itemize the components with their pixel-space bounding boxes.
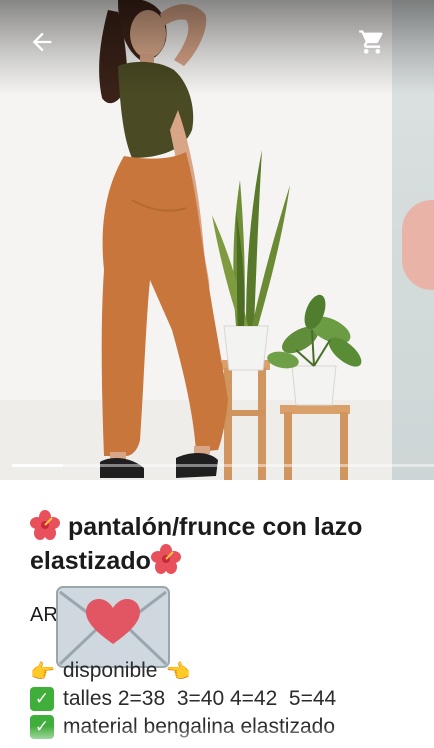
gallery-progress-indicator (12, 464, 63, 467)
product-info: pantalón/frunce con lazo elastizado (30, 510, 420, 578)
check-box-icon: ✓ (30, 687, 54, 711)
availability-text: disponible (62, 659, 158, 682)
arrow-back-icon (32, 32, 52, 52)
availability-line: 👉 disponible 👈 (30, 657, 430, 685)
back-button[interactable] (22, 22, 62, 62)
gallery-progress-track (12, 464, 434, 467)
price-row: AR (30, 600, 58, 630)
envelope-heart-icon (56, 586, 170, 668)
pointing-right-icon: 👉 (30, 659, 55, 683)
bottom-fade (0, 726, 434, 748)
product-title-text: pantalón/frunce con lazo elastizado (30, 513, 363, 575)
hibiscus-icon (150, 544, 181, 575)
hibiscus-icon (30, 510, 68, 541)
cart-button[interactable] (352, 22, 392, 62)
shopping-cart-icon (359, 30, 383, 54)
pointing-left-icon: 👈 (165, 659, 191, 683)
price-prefix: AR (30, 604, 58, 626)
product-image-gallery[interactable] (0, 0, 434, 480)
description-line: ✓ talles 2=38 3=40 4=42 5=44 (30, 685, 430, 713)
next-image-fabric (402, 200, 434, 290)
product-title: pantalón/frunce con lazo elastizado (30, 510, 420, 578)
description-line-text: talles 2=38 3=40 4=42 5=44 (63, 687, 337, 710)
